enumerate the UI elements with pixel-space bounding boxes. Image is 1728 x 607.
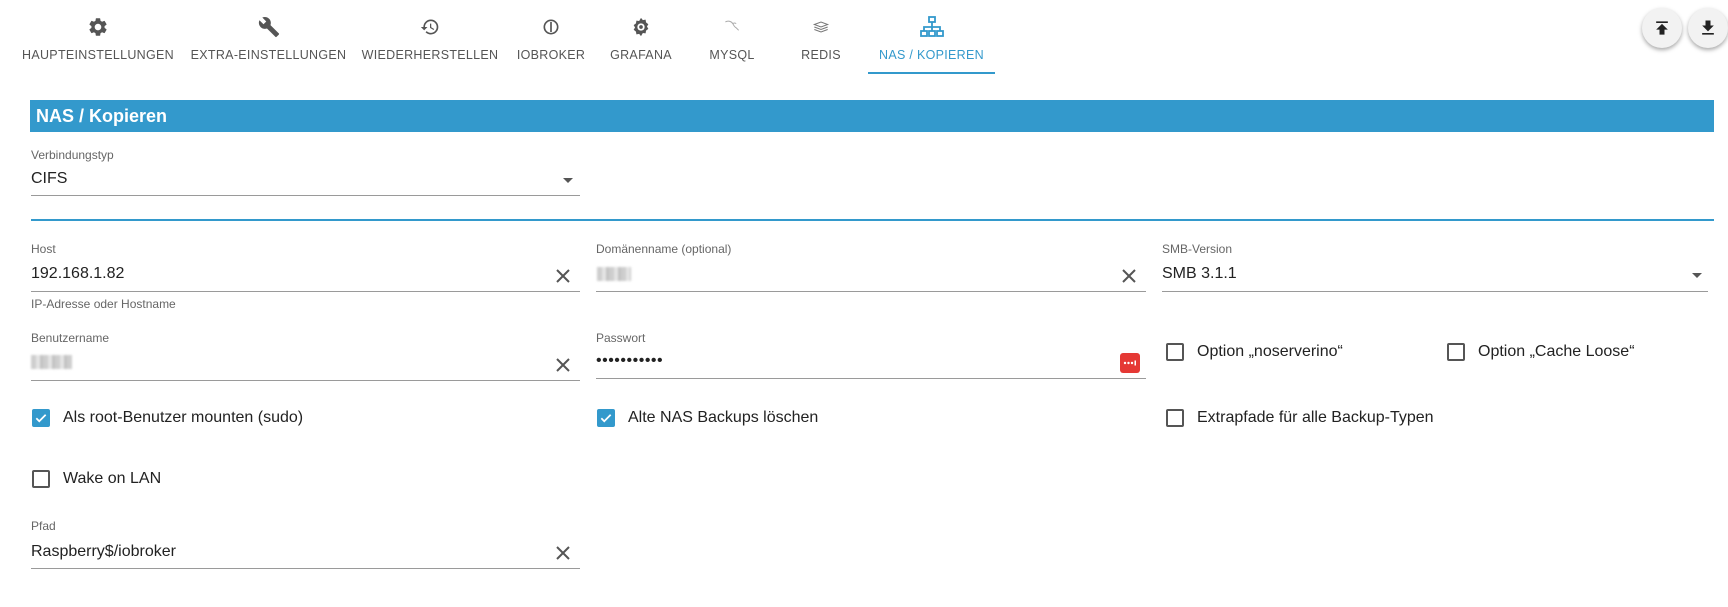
smb-version-label: SMB-Version [1162, 242, 1233, 256]
field-underline [1162, 291, 1708, 292]
tab-grafana[interactable]: GRAFANA [610, 14, 672, 74]
field-underline [31, 195, 580, 196]
tab-label: GRAFANA [610, 48, 672, 62]
tab-label: EXTRA-EINSTELLUNGEN [190, 48, 347, 62]
tab-wiederherstellen[interactable]: WIEDERHERSTELLEN [362, 14, 498, 74]
download-icon [1702, 20, 1714, 35]
password-label: Passwort [596, 331, 646, 345]
upload-button[interactable] [1642, 8, 1682, 48]
network-icon [919, 14, 945, 40]
checkmark-icon [35, 414, 47, 423]
field-underline [31, 380, 580, 381]
host-label: Host [31, 242, 56, 256]
tab-iobroker[interactable]: IOBROKER [516, 14, 586, 74]
iobroker-icon [538, 14, 564, 40]
extra-paths-label: Extrapfade für alle Backup-Typen [1197, 409, 1434, 426]
section-title: NAS / Kopieren [36, 105, 168, 126]
tab-nas-kopieren[interactable]: NAS / KOPIEREN [868, 14, 995, 74]
chevron-down-icon[interactable] [1690, 271, 1704, 281]
password-manager-icon[interactable] [1120, 353, 1140, 373]
tab-mysql[interactable]: MYSQL [708, 14, 756, 74]
restore-icon [417, 14, 443, 40]
field-underline [31, 568, 580, 569]
field-underline [31, 291, 580, 292]
connection-type-value[interactable]: CIFS [31, 170, 67, 188]
username-label: Benutzername [31, 331, 110, 345]
chevron-down-icon[interactable] [561, 176, 575, 186]
field-underline [596, 291, 1146, 292]
grafana-icon [628, 14, 654, 40]
delete-old-backups-label: Alte NAS Backups löschen [628, 409, 819, 426]
wake-on-lan-label: Wake on LAN [63, 470, 162, 487]
noserverino-label: Option „noserverino“ [1197, 343, 1343, 360]
connection-type-label: Verbindungstyp [31, 148, 114, 162]
section-header: NAS / Kopieren [30, 100, 1714, 132]
redis-icon [808, 14, 834, 40]
checkbox-box[interactable] [1447, 343, 1465, 361]
tab-haupteinstellungen[interactable]: HAUPTEINSTELLUNGEN [22, 14, 174, 74]
delete-old-backups-checkbox[interactable]: Alte NAS Backups löschen [597, 409, 818, 427]
redacted-value [597, 267, 631, 281]
path-label: Pfad [31, 519, 56, 533]
tab-label: HAUPTEINSTELLUNGEN [22, 48, 174, 62]
tab-redis[interactable]: REDIS [800, 14, 842, 74]
checkmark-icon [600, 414, 612, 423]
tab-extra-einstellungen[interactable]: EXTRA-EINSTELLUNGEN [191, 14, 346, 74]
cache-loose-label: Option „Cache Loose“ [1478, 343, 1635, 360]
password-input[interactable]: ••••••••••• [596, 352, 663, 370]
tab-label: WIEDERHERSTELLEN [361, 48, 499, 62]
download-button[interactable] [1688, 8, 1728, 48]
host-helper-text: IP-Adresse oder Hostname [31, 297, 176, 311]
active-tab-indicator [868, 72, 995, 74]
sudo-mount-label: Als root-Benutzer mounten (sudo) [63, 409, 304, 426]
clear-icon[interactable] [553, 543, 573, 563]
field-underline [596, 378, 1146, 379]
extra-paths-checkbox[interactable]: Extrapfade für alle Backup-Typen [1166, 409, 1434, 427]
clear-icon[interactable] [553, 355, 573, 375]
tab-label: MYSQL [709, 48, 755, 62]
path-input[interactable]: Raspberry$/iobroker [31, 543, 176, 561]
host-input[interactable]: 192.168.1.82 [31, 265, 124, 283]
tab-label: NAS / KOPIEREN [879, 48, 984, 62]
redacted-value [31, 355, 72, 369]
gear-icon [85, 14, 111, 40]
smb-version-value[interactable]: SMB 3.1.1 [1162, 265, 1237, 283]
wrench-icon [256, 14, 282, 40]
clear-icon[interactable] [1119, 266, 1139, 286]
noserverino-checkbox[interactable]: Option „noserverino“ [1166, 343, 1343, 361]
checkbox-box[interactable] [1166, 409, 1184, 427]
checkbox-box[interactable] [32, 409, 50, 427]
upload-icon [1656, 21, 1668, 35]
checkbox-box[interactable] [597, 409, 615, 427]
checkbox-box[interactable] [1166, 343, 1184, 361]
sudo-mount-checkbox[interactable]: Als root-Benutzer mounten (sudo) [32, 409, 303, 427]
checkbox-box[interactable] [32, 470, 50, 488]
section-divider [31, 219, 1714, 221]
tab-label: REDIS [801, 48, 841, 62]
mysql-icon [719, 14, 745, 40]
wake-on-lan-checkbox[interactable]: Wake on LAN [32, 470, 161, 488]
tab-label: IOBROKER [516, 48, 586, 62]
domain-label: Domänenname (optional) [596, 242, 732, 256]
clear-icon[interactable] [553, 266, 573, 286]
cache-loose-checkbox[interactable]: Option „Cache Loose“ [1447, 343, 1635, 361]
